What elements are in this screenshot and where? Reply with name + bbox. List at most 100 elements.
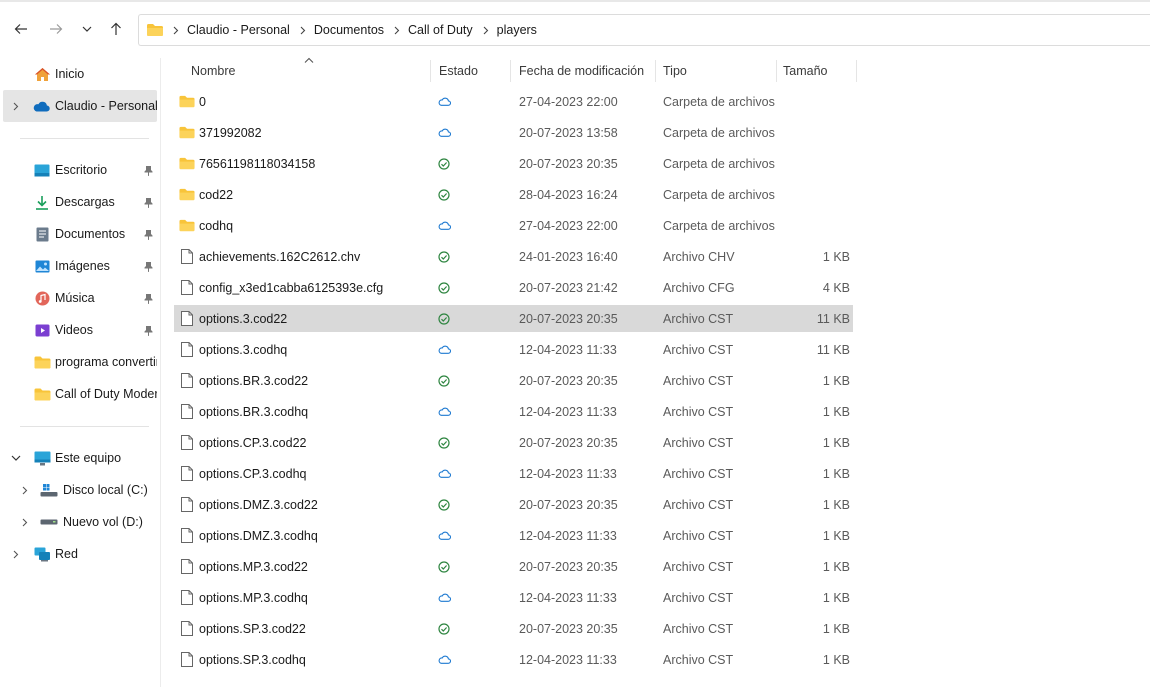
sidebar-item-call-of-duty-modern[interactable]: Call of Duty Moder <box>0 378 157 410</box>
table-row[interactable]: options.MP.3.codhq 12-04-2023 11:33 Archiv… <box>174 584 853 611</box>
file-size <box>794 181 850 208</box>
table-row[interactable]: 0 27-04-2023 22:00 Carpeta de archivos <box>174 88 853 115</box>
recent-locations-button[interactable] <box>74 16 100 42</box>
file-name: options.SP.3.cod22 <box>199 621 306 636</box>
sidebar-item-videos[interactable]: Videos <box>0 314 157 346</box>
table-row[interactable]: options.CP.3.cod22 20-07-2023 20:35 Archiv… <box>174 429 853 456</box>
arrow-right-icon <box>50 24 63 34</box>
table-row[interactable]: codhq 27-04-2023 22:00 Carpeta de archivos <box>174 212 853 239</box>
synced-check-icon <box>437 243 451 270</box>
drive-windows-icon <box>40 482 58 498</box>
file-type: Archivo CST <box>663 342 734 357</box>
sidebar-item-label: Inicio <box>55 67 85 81</box>
table-row[interactable]: options.3.cod22 20-07-2023 20:35 Archivo C… <box>174 305 853 332</box>
file-date: 20-07-2023 20:35 <box>519 435 618 450</box>
folder-icon <box>179 181 195 208</box>
cloud-status-icon <box>437 336 451 363</box>
videos-icon <box>33 322 51 338</box>
sidebar-item-claudio-personal[interactable]: Claudio - Personal <box>3 90 157 122</box>
table-row[interactable]: 76561198118034158 20-07-2023 20:35 Carpeta… <box>174 150 853 177</box>
folder-icon <box>33 354 51 370</box>
breadcrumb-separator[interactable] <box>483 26 489 35</box>
expand-chevron-icon[interactable] <box>20 485 30 495</box>
cloud-status-icon <box>437 646 451 673</box>
file-icon <box>179 522 195 549</box>
table-row[interactable]: options.DMZ.3.codhq 12-04-2023 11:33 Archi… <box>174 522 853 549</box>
table-row[interactable]: options.CP.3.codhq 12-04-2023 11:33 Archiv… <box>174 460 853 487</box>
column-header-name[interactable]: Nombre <box>191 58 235 84</box>
table-row[interactable]: options.SP.3.cod22 20-07-2023 20:35 Archiv… <box>174 615 853 642</box>
sidebar-item-musica[interactable]: Música <box>0 282 157 314</box>
column-header-status[interactable]: Estado <box>439 58 478 84</box>
column-header-date[interactable]: Fecha de modificación <box>519 58 644 84</box>
file-date: 12-04-2023 11:33 <box>519 528 617 543</box>
file-date: 20-07-2023 20:35 <box>519 559 618 574</box>
sidebar-item-nuevo-vol-d[interactable]: Nuevo vol (D:) <box>0 506 157 538</box>
file-date: 12-04-2023 11:33 <box>519 466 617 481</box>
pin-icon[interactable] <box>143 164 153 176</box>
sidebar-item-escritorio[interactable]: Escritorio <box>0 154 157 186</box>
table-row[interactable]: options.BR.3.cod22 20-07-2023 20:35 Archiv… <box>174 367 853 394</box>
breadcrumb-separator[interactable] <box>300 26 306 35</box>
column-header-size[interactable]: Tamaño <box>783 58 827 84</box>
pin-icon[interactable] <box>143 228 153 240</box>
sidebar-item-descargas[interactable]: Descargas <box>0 186 157 218</box>
pin-icon[interactable] <box>143 196 153 208</box>
pin-icon[interactable] <box>143 292 153 304</box>
column-divider[interactable] <box>856 60 857 82</box>
file-size <box>794 212 850 239</box>
breadcrumb-documentos[interactable]: Documentos <box>314 23 384 37</box>
file-type: Archivo CFG <box>663 280 735 295</box>
breadcrumb-call-of-duty[interactable]: Call of Duty <box>408 23 473 37</box>
table-row[interactable]: options.BR.3.codhq 12-04-2023 11:33 Archiv… <box>174 398 853 425</box>
expand-chevron-icon[interactable] <box>20 517 30 527</box>
expand-chevron-icon[interactable] <box>11 101 21 111</box>
sidebar-item-inicio[interactable]: Inicio <box>0 58 157 90</box>
file-icon <box>179 429 195 456</box>
sidebar-item-documentos[interactable]: Documentos <box>0 218 157 250</box>
sidebar-item-este-equipo[interactable]: Este equipo <box>0 442 157 474</box>
synced-check-icon <box>437 615 451 642</box>
file-date: 20-07-2023 21:42 <box>519 280 618 295</box>
pin-icon[interactable] <box>143 324 153 336</box>
table-row[interactable]: cod22 28-04-2023 16:24 Carpeta de archivos <box>174 181 853 208</box>
column-divider[interactable] <box>776 60 777 82</box>
table-row[interactable]: 371992082 20-07-2023 13:58 Carpeta de arch… <box>174 119 853 146</box>
table-row[interactable]: options.DMZ.3.cod22 20-07-2023 20:35 Archi… <box>174 491 853 518</box>
file-type: Carpeta de archivos <box>663 125 775 140</box>
breadcrumb-separator[interactable] <box>394 26 400 35</box>
file-size: 1 KB <box>822 590 850 605</box>
expand-chevron-icon[interactable] <box>11 549 21 559</box>
file-date: 12-04-2023 11:33 <box>519 652 617 667</box>
table-row[interactable]: options.MP.3.cod22 20-07-2023 20:35 Archiv… <box>174 553 853 580</box>
cloud-status-icon <box>437 460 451 487</box>
column-header-type[interactable]: Tipo <box>663 58 687 84</box>
breadcrumb-claudio-personal[interactable]: Claudio - Personal <box>187 23 290 37</box>
up-button[interactable] <box>103 16 129 42</box>
sidebar-item-disco-local-c[interactable]: Disco local (C:) <box>0 474 157 506</box>
file-date: 20-07-2023 20:35 <box>519 497 618 512</box>
breadcrumb-players[interactable]: players <box>497 23 537 37</box>
table-row[interactable]: options.SP.3.codhq 12-04-2023 11:33 Archiv… <box>174 646 853 673</box>
home-icon <box>33 66 51 82</box>
file-list: Nombre Estado Fecha de modificación Tipo… <box>161 57 1150 687</box>
file-name: options.BR.3.cod22 <box>199 373 309 388</box>
forward-button[interactable] <box>43 16 69 42</box>
pin-icon[interactable] <box>143 260 153 272</box>
column-divider[interactable] <box>430 60 431 82</box>
table-row[interactable]: options.3.codhq 12-04-2023 11:33 Archivo C… <box>174 336 853 363</box>
sidebar-item-programa-convertir[interactable]: programa convertir <box>0 346 157 378</box>
collapse-chevron-icon[interactable] <box>11 453 21 463</box>
back-button[interactable] <box>8 16 34 42</box>
table-row[interactable]: achievements.162C2612.chv 24-01-2023 16:4… <box>174 243 853 270</box>
file-size <box>794 88 850 115</box>
network-icon <box>33 546 51 562</box>
column-divider[interactable] <box>655 60 656 82</box>
breadcrumb-separator[interactable] <box>173 26 179 35</box>
table-row[interactable]: config_x3ed1cabba6125393e.cfg 20-07-2023 … <box>174 274 853 301</box>
address-bar[interactable]: Claudio - Personal Documentos Call of Du… <box>138 14 1150 46</box>
sidebar-item-imagenes[interactable]: Imágenes <box>0 250 157 282</box>
file-name: options.MP.3.cod22 <box>199 559 308 574</box>
sidebar-item-red[interactable]: Red <box>0 538 157 570</box>
column-divider[interactable] <box>510 60 511 82</box>
